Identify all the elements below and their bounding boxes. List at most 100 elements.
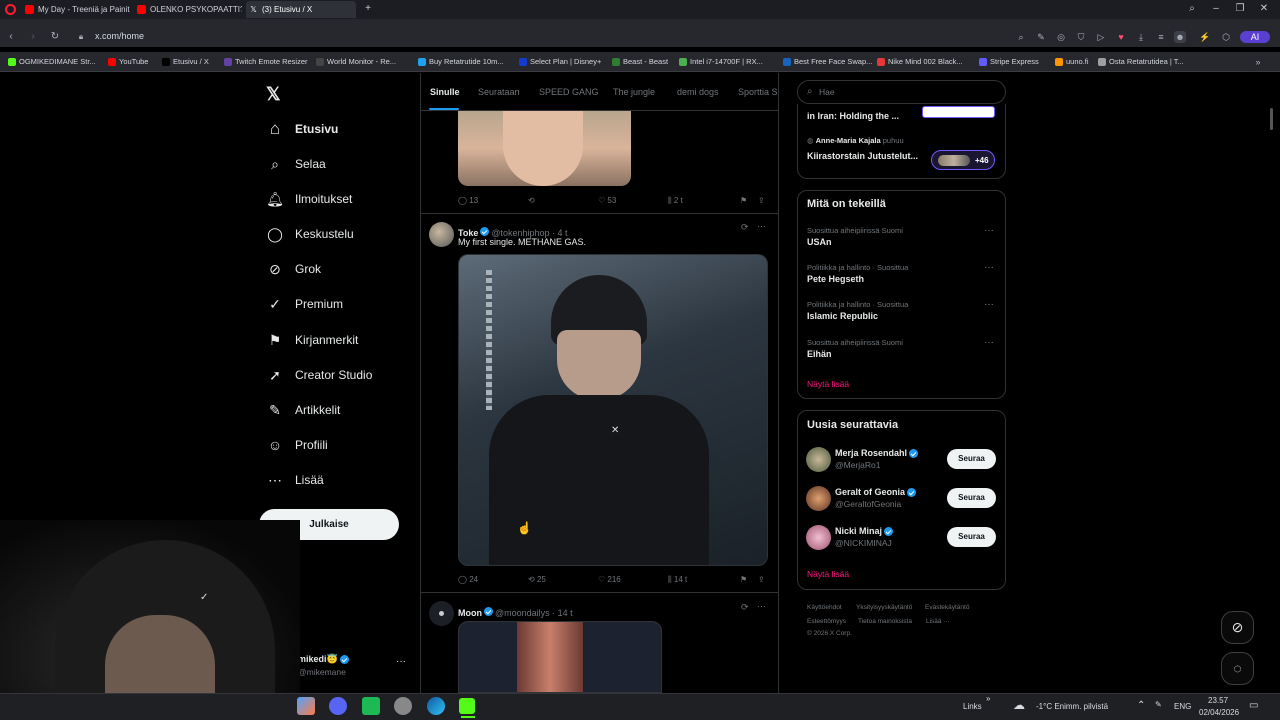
settings-icon[interactable]: [394, 697, 412, 715]
footer-privacy[interactable]: Yksityisyyskäytäntö: [856, 604, 912, 611]
nav-item-profiili[interactable]: ☺ Profiili: [266, 433, 328, 457]
links-chevron-icon[interactable]: »: [986, 694, 990, 703]
bookmark-item[interactable]: Buy Retatrutide 10m...: [418, 56, 504, 68]
address-input[interactable]: x.com/home: [95, 31, 144, 41]
weather-text[interactable]: -1°C Enimm. pilvistä: [1036, 702, 1108, 711]
nav-item-premium[interactable]: ✓ Premium: [266, 292, 343, 316]
clock-time[interactable]: 23.57: [1208, 696, 1228, 705]
tweet-3-media[interactable]: [458, 621, 662, 693]
more-dots-icon[interactable]: ···: [757, 601, 766, 611]
play-icon[interactable]: ▷: [1095, 31, 1107, 43]
follow-button[interactable]: Seuraa: [947, 449, 996, 469]
avatar[interactable]: [806, 447, 831, 472]
x-logo-icon[interactable]: 𝕏: [266, 84, 281, 105]
bookmark-item[interactable]: Etusivu / X: [162, 56, 209, 68]
more-dots-icon[interactable]: ···: [984, 225, 994, 236]
footer-cookies[interactable]: Evästekäytäntö: [925, 604, 969, 611]
camera-icon[interactable]: ◎: [1055, 31, 1067, 43]
avatar[interactable]: [429, 222, 454, 247]
nav-item-creator-studio[interactable]: ➚ Creator Studio: [266, 363, 372, 387]
reload-icon[interactable]: ↻: [48, 30, 62, 44]
edit-icon[interactable]: ✎: [1035, 31, 1047, 43]
ai-button[interactable]: AI: [1240, 31, 1270, 43]
search-box[interactable]: ⌕ Hae: [797, 80, 1006, 104]
tab-following[interactable]: Seurataan: [478, 87, 520, 97]
forward-icon[interactable]: ›: [26, 30, 40, 44]
search-tabs-icon[interactable]: ⌕: [1184, 2, 1200, 16]
bookmark-item[interactable]: Best Free Face Swap...: [783, 56, 872, 68]
avatar[interactable]: [429, 601, 454, 626]
download-icon[interactable]: ⤓: [1135, 31, 1147, 43]
nav-item-ilmoitukset[interactable]: 🔔︎ Ilmoitukset: [266, 187, 352, 211]
trend-title[interactable]: Eihän: [807, 349, 832, 359]
kick-icon[interactable]: [459, 698, 475, 714]
nav-item-artikkelit[interactable]: ✎ Artikkelit: [266, 398, 340, 422]
discord-icon[interactable]: [329, 697, 347, 715]
bookmarks-overflow-icon[interactable]: »: [1252, 56, 1264, 68]
bookmark-item[interactable]: Beast - Beast: [612, 56, 668, 68]
tab-speed-gang[interactable]: SPEED GANG: [539, 87, 599, 97]
messages-fab[interactable]: ◌: [1221, 652, 1254, 685]
footer-more[interactable]: Lisää ···: [926, 618, 950, 625]
space-listeners-pill[interactable]: [922, 106, 995, 118]
follow-suggestion-name[interactable]: Nicki Minaj: [835, 526, 895, 537]
bookmark-item[interactable]: Twitch Emote Resizer: [224, 56, 308, 68]
page-scrollbar[interactable]: [1270, 108, 1273, 130]
space-listeners-pill[interactable]: +46: [931, 150, 995, 170]
profile-icon[interactable]: ☻: [1174, 31, 1186, 43]
trend-title[interactable]: USAn: [807, 237, 832, 247]
close-window-icon[interactable]: ✕: [1256, 2, 1272, 16]
links-toolbar[interactable]: Links: [963, 702, 982, 711]
browser-tab-2[interactable]: OLENKO PSYKOPAATTI? Fi: [134, 1, 242, 18]
tweet-author-handle[interactable]: @moondailys: [495, 608, 550, 618]
follow-suggestion-handle[interactable]: @NICKIMINAJ: [835, 538, 892, 548]
share-button[interactable]: ⇪: [758, 196, 765, 205]
browser-tab-1[interactable]: My Day - Treeniä ja Painit: [22, 1, 130, 18]
bookmark-item[interactable]: Stripe Express: [979, 56, 1039, 68]
trend-title[interactable]: Pete Hegseth: [807, 274, 864, 284]
language-indicator[interactable]: ENG: [1174, 702, 1191, 711]
new-tab-button[interactable]: +: [360, 2, 376, 16]
like-button[interactable]: ♡ 53: [598, 196, 616, 205]
trend-title[interactable]: Islamic Republic: [807, 311, 878, 321]
bookmark-button[interactable]: ⚑: [740, 575, 747, 584]
bookmark-item[interactable]: YouTube: [108, 56, 148, 68]
heart-icon[interactable]: ♥: [1115, 31, 1127, 43]
clock-date[interactable]: 02/04/2026: [1199, 708, 1239, 717]
nav-item-grok[interactable]: ⊘ Grok: [266, 257, 321, 281]
nav-item-kirjanmerkit[interactable]: ⚑ Kirjanmerkit: [266, 328, 359, 352]
follow-button[interactable]: Seuraa: [947, 488, 996, 508]
nav-item-etusivu[interactable]: ⌂ Etusivu: [266, 117, 338, 141]
more-dots-icon[interactable]: ···: [984, 299, 994, 310]
bookmark-item[interactable]: Nike Mind 002 Black...: [877, 56, 963, 68]
tab-the-jungle[interactable]: The jungle: [613, 87, 655, 97]
views-button[interactable]: ⫼ 2 t: [668, 196, 683, 206]
tab-sporttia[interactable]: Sporttia S: [738, 87, 778, 97]
pen-icon[interactable]: ✎: [1155, 700, 1162, 709]
shield-icon[interactable]: ⛉: [1075, 31, 1087, 43]
browser-tab-3[interactable]: 𝕏 (3) Etusivu / X: [246, 1, 356, 18]
footer-terms[interactable]: Käyttöehdot: [807, 604, 842, 611]
footer-accessibility[interactable]: Esteettömyys: [807, 618, 846, 625]
follow-suggestion-handle[interactable]: @MerjaRo1: [835, 460, 880, 470]
spotify-icon[interactable]: [362, 697, 380, 715]
retweet-button[interactable]: ⟲: [528, 196, 535, 205]
bookmark-item[interactable]: OGMIKEDIMANE Str...: [8, 56, 96, 68]
bookmark-item[interactable]: uuno.fi: [1055, 56, 1089, 68]
avatar[interactable]: [806, 525, 831, 550]
bookmark-button[interactable]: ⚑: [740, 196, 747, 205]
tab-demi-dogs[interactable]: demi dogs: [677, 87, 719, 97]
tweet-author-name[interactable]: Moon: [458, 608, 482, 618]
nav-item-lisää[interactable]: ⋯ Lisää: [266, 468, 324, 492]
avatar[interactable]: [806, 486, 831, 511]
back-icon[interactable]: ‹: [4, 30, 18, 44]
extension-icon[interactable]: ⚡: [1199, 31, 1211, 43]
more-dots-icon[interactable]: ···: [757, 221, 766, 231]
follow-button[interactable]: Seuraa: [947, 527, 996, 547]
search-input[interactable]: Hae: [819, 87, 835, 97]
more-dots-icon[interactable]: ···: [396, 656, 406, 667]
bookmark-item[interactable]: Osta Retatrutidea | T...: [1098, 56, 1184, 68]
more-dots-icon[interactable]: ···: [984, 337, 994, 348]
follow-suggestion-name[interactable]: Merja Rosendahl: [835, 448, 920, 459]
grok-icon[interactable]: ⟳: [741, 602, 749, 613]
